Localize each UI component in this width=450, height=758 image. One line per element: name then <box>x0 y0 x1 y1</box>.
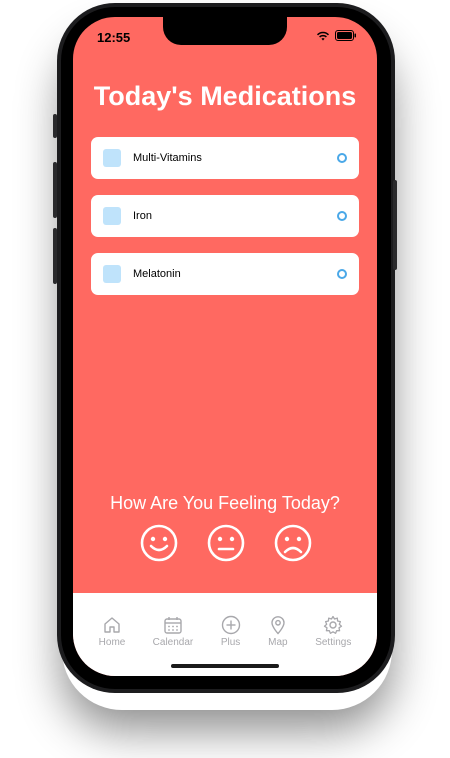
volume-up-button <box>53 162 57 218</box>
feeling-question: How Are You Feeling Today? <box>110 493 340 513</box>
page-title: Today's Medications <box>93 81 357 111</box>
medication-card[interactable]: Melatonin <box>91 253 359 295</box>
battery-icon <box>335 30 356 41</box>
medication-checkbox[interactable] <box>337 211 347 221</box>
medication-card[interactable]: Iron <box>91 195 359 237</box>
medication-card[interactable]: Multi-Vitamins <box>91 137 359 179</box>
plus-circle-icon <box>221 615 240 635</box>
medication-label: Multi-Vitamins <box>133 152 202 164</box>
tab-label: Calendar <box>152 637 194 648</box>
sad-face-icon[interactable] <box>273 523 313 563</box>
notch <box>163 17 287 45</box>
tab-label: Plus <box>220 637 241 648</box>
gear-icon <box>324 615 343 634</box>
tab-label: Map <box>268 637 288 648</box>
calendar-icon <box>164 617 182 634</box>
tab-label: Settings <box>315 637 352 648</box>
medication-icon <box>103 207 121 225</box>
home-indicator[interactable] <box>171 664 279 668</box>
medication-icon <box>103 149 121 167</box>
medication-checkbox[interactable] <box>337 269 347 279</box>
medication-label: Melatonin <box>133 268 181 280</box>
wifi-icon <box>316 31 330 40</box>
happy-face-icon[interactable] <box>139 523 179 563</box>
medication-list: Multi-Vitamins Iron Melatonin <box>91 137 359 311</box>
volume-down-button <box>53 228 57 284</box>
tab-settings[interactable]: Settings <box>315 615 351 676</box>
medication-icon <box>103 265 121 283</box>
medication-label: Iron <box>133 210 152 222</box>
home-icon <box>104 617 120 633</box>
app-screen: 12:55 Today's Medications Multi-Vitamins… <box>73 17 377 676</box>
status-time: 12:55 <box>97 30 131 45</box>
power-button <box>393 180 397 270</box>
tab-home[interactable]: Home <box>98 615 126 676</box>
tab-label: Home <box>98 637 126 648</box>
medication-checkbox[interactable] <box>337 153 347 163</box>
status-icons <box>316 30 357 41</box>
neutral-face-icon[interactable] <box>206 523 246 563</box>
feeling-options <box>139 523 313 563</box>
mute-switch <box>53 114 57 138</box>
map-pin-icon <box>271 616 285 635</box>
